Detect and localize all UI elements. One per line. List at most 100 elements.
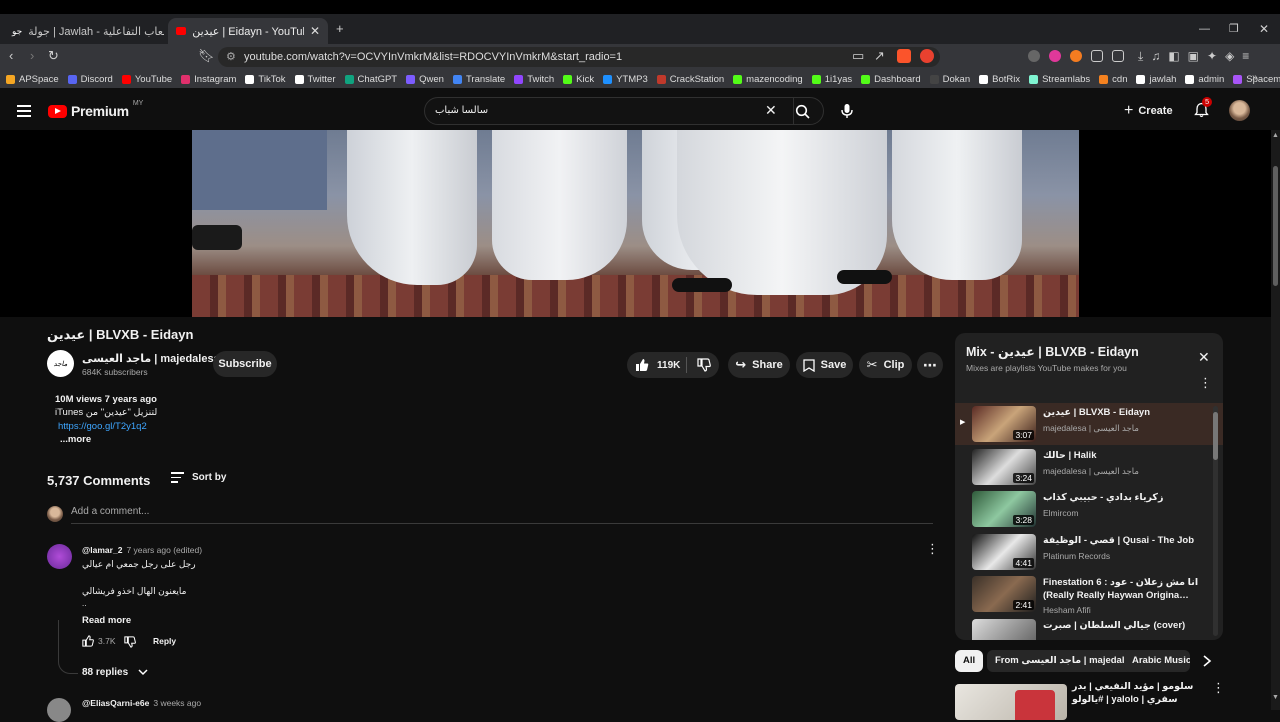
chip-all[interactable]: All [955, 650, 984, 672]
brave-rewards-icon[interactable] [920, 49, 934, 63]
search-input[interactable]: سالسا شباب [435, 105, 488, 116]
video-frame[interactable] [192, 130, 1079, 317]
bookmark-item[interactable]: BotRix [979, 74, 1020, 85]
search-icon[interactable] [795, 104, 811, 120]
bookmark-item[interactable]: mazencoding [733, 74, 803, 85]
playlist-item[interactable]: 4:41 قصي - الوظيفة | Qusai - The Job Plati… [955, 531, 1223, 573]
view-replies-button[interactable]: 88 replies [82, 667, 148, 678]
bookmark-item[interactable]: Discord [67, 74, 113, 85]
description-more-button[interactable]: ...more [60, 434, 91, 445]
clip-button[interactable]: ✂ Clip [859, 352, 912, 378]
add-comment-input[interactable]: Add a comment... [71, 506, 149, 517]
bookmark-item[interactable]: admin [1185, 74, 1224, 85]
playlist-scrollbar-thumb[interactable] [1213, 412, 1218, 460]
share-page-icon[interactable]: ↗ [874, 49, 885, 63]
bookmark-item[interactable]: Instagram [181, 74, 236, 85]
bookmark-item[interactable]: ChatGPT [344, 74, 397, 85]
guide-menu-icon[interactable] [17, 105, 31, 117]
thumbs-down-icon[interactable] [697, 358, 711, 372]
sidebar-icon[interactable]: ◧ [1168, 49, 1179, 64]
bookmark-item[interactable]: Kick [563, 74, 594, 85]
tab-youtube[interactable]: عيدين | Eidayn - YouTube (5) ‌B ✕ [168, 18, 328, 44]
bookmark-item[interactable]: YouTube [121, 74, 172, 85]
playlist-menu-icon[interactable]: ⋮ [1199, 376, 1212, 389]
chips-next-button[interactable] [1196, 655, 1218, 669]
site-info-icon[interactable]: ⚙ [226, 47, 236, 67]
forward-icon[interactable]: › [30, 49, 34, 63]
wallet-icon[interactable]: ▣ [1188, 49, 1199, 64]
chip-arabic-music[interactable]: Arabic Music [1124, 650, 1190, 672]
more-actions-icon[interactable]: ⋯ [917, 352, 943, 378]
bookmark-item[interactable]: Translate [452, 74, 505, 85]
puzzle-icon[interactable] [1091, 50, 1103, 62]
playlist-item[interactable]: ▶ 3:07 عيدين | BLVXB - Eidayn majedalesa | … [955, 403, 1223, 445]
reload-icon[interactable]: ↻ [48, 49, 59, 63]
related-video-title[interactable]: سلومو | مؤيد النفيعي | بدر سفري | yalolo… [1072, 680, 1206, 706]
sort-by-button[interactable]: Sort by [171, 472, 226, 483]
search-box[interactable]: سالسا شباب ✕ [424, 97, 824, 125]
bookmark-item[interactable]: YTMP3 [603, 74, 648, 85]
microphone-icon[interactable] [840, 103, 854, 119]
bookmark-item[interactable]: TikTok [245, 74, 286, 85]
bookmark-item[interactable]: jawlah [1136, 74, 1176, 85]
comment-menu-icon[interactable]: ⋮ [926, 542, 939, 555]
close-window-icon[interactable]: ✕ [1259, 22, 1269, 36]
leo-ai-icon[interactable]: ✦ [1207, 49, 1217, 64]
playlist-item[interactable]: جيالي السلطان | صبرت (cover) [955, 616, 1223, 640]
brave-shields-icon[interactable] [897, 49, 911, 63]
comment-author[interactable]: @lamar_2 [82, 545, 122, 555]
avatar[interactable] [1229, 100, 1250, 121]
comment-author[interactable]: @EliasQarni-e6e [82, 698, 149, 708]
channel-avatar[interactable]: ﻣﺎﺟﺪ [47, 350, 74, 377]
bookmark-item[interactable]: Dokan [929, 74, 970, 85]
page-scrollbar[interactable] [1271, 130, 1280, 710]
tab-jawlah[interactable]: ﺟﻮ جولة | Jawlah - منصة الألعاب التفاعلي… [4, 18, 164, 44]
minimize-icon[interactable]: — [1199, 22, 1210, 36]
playlist-item[interactable]: 3:24 حالك | Halik majedalesa | ماجد العيسى [955, 446, 1223, 488]
download-icon[interactable]: ⤓ [1138, 49, 1143, 64]
save-button[interactable]: Save [796, 352, 853, 378]
address-bar[interactable]: ⚙ youtube.com/watch?v=OCVYInVmkrM&list=R… [218, 47, 940, 67]
more-bookmarks-icon[interactable]: » [1252, 72, 1258, 83]
commenter-avatar[interactable] [47, 698, 71, 722]
extension-icon[interactable] [1049, 50, 1061, 62]
extension-icon[interactable] [1070, 50, 1082, 62]
notifications-button[interactable]: 5 [1194, 97, 1213, 118]
extension-icon[interactable] [1028, 50, 1040, 62]
commenter-avatar[interactable] [47, 544, 72, 569]
bookmark-icon[interactable]: 🔖︎ [198, 49, 215, 63]
bookmark-item[interactable]: CrackStation [656, 74, 724, 85]
channel-name-link[interactable]: ماجد العيسى | majedalesa ✓ [82, 352, 233, 365]
related-menu-icon[interactable]: ⋮ [1212, 681, 1225, 694]
bookmark-item[interactable]: Twitter [294, 74, 336, 85]
scroll-down-icon[interactable]: ▼ [1272, 694, 1279, 701]
subscribe-button[interactable]: Subscribe [213, 351, 277, 377]
page-scrollbar-thumb[interactable] [1273, 166, 1278, 286]
extension-icon[interactable] [1112, 50, 1124, 62]
youtube-premium-logo[interactable]: Premium MY [48, 100, 143, 119]
maximize-icon[interactable]: ❐ [1229, 22, 1239, 36]
create-button[interactable]: + Create [1124, 102, 1173, 120]
back-icon[interactable]: ‹ [9, 49, 13, 63]
comment-dislike-icon[interactable] [124, 636, 136, 648]
vpn-icon[interactable]: ◈ [1225, 49, 1234, 64]
bookmark-item[interactable]: 1i1yas [811, 74, 852, 85]
bookmark-item[interactable]: Twitch [514, 74, 554, 85]
playlist-item[interactable]: 2:41 Finestation 6 : انا مش زعلان - عود (… [955, 573, 1223, 615]
comment-like-icon[interactable] [82, 635, 94, 647]
read-more-button[interactable]: Read more [82, 615, 131, 626]
like-button[interactable]: 119K [627, 352, 685, 378]
menu-icon[interactable]: ≡ [1242, 49, 1249, 64]
close-playlist-icon[interactable]: ✕ [1198, 349, 1210, 366]
music-icon[interactable]: ♫ [1151, 49, 1160, 64]
scroll-up-icon[interactable]: ▲ [1272, 132, 1279, 139]
playlist-scrollbar[interactable] [1213, 406, 1218, 636]
bookmark-item[interactable]: Streamlabs [1029, 74, 1090, 85]
clear-search-icon[interactable]: ✕ [765, 102, 777, 119]
bookmark-item[interactable]: Dashboard [861, 74, 921, 85]
bookmark-item[interactable]: APSpace [6, 74, 59, 85]
close-tab-icon[interactable]: ✕ [310, 24, 320, 38]
playlist-item[interactable]: 3:28 زكرياء بدادي - حبيبي كذاب Elmircom [955, 488, 1223, 530]
share-button[interactable]: ↪ Share [728, 352, 790, 378]
reply-button[interactable]: Reply [153, 636, 176, 646]
